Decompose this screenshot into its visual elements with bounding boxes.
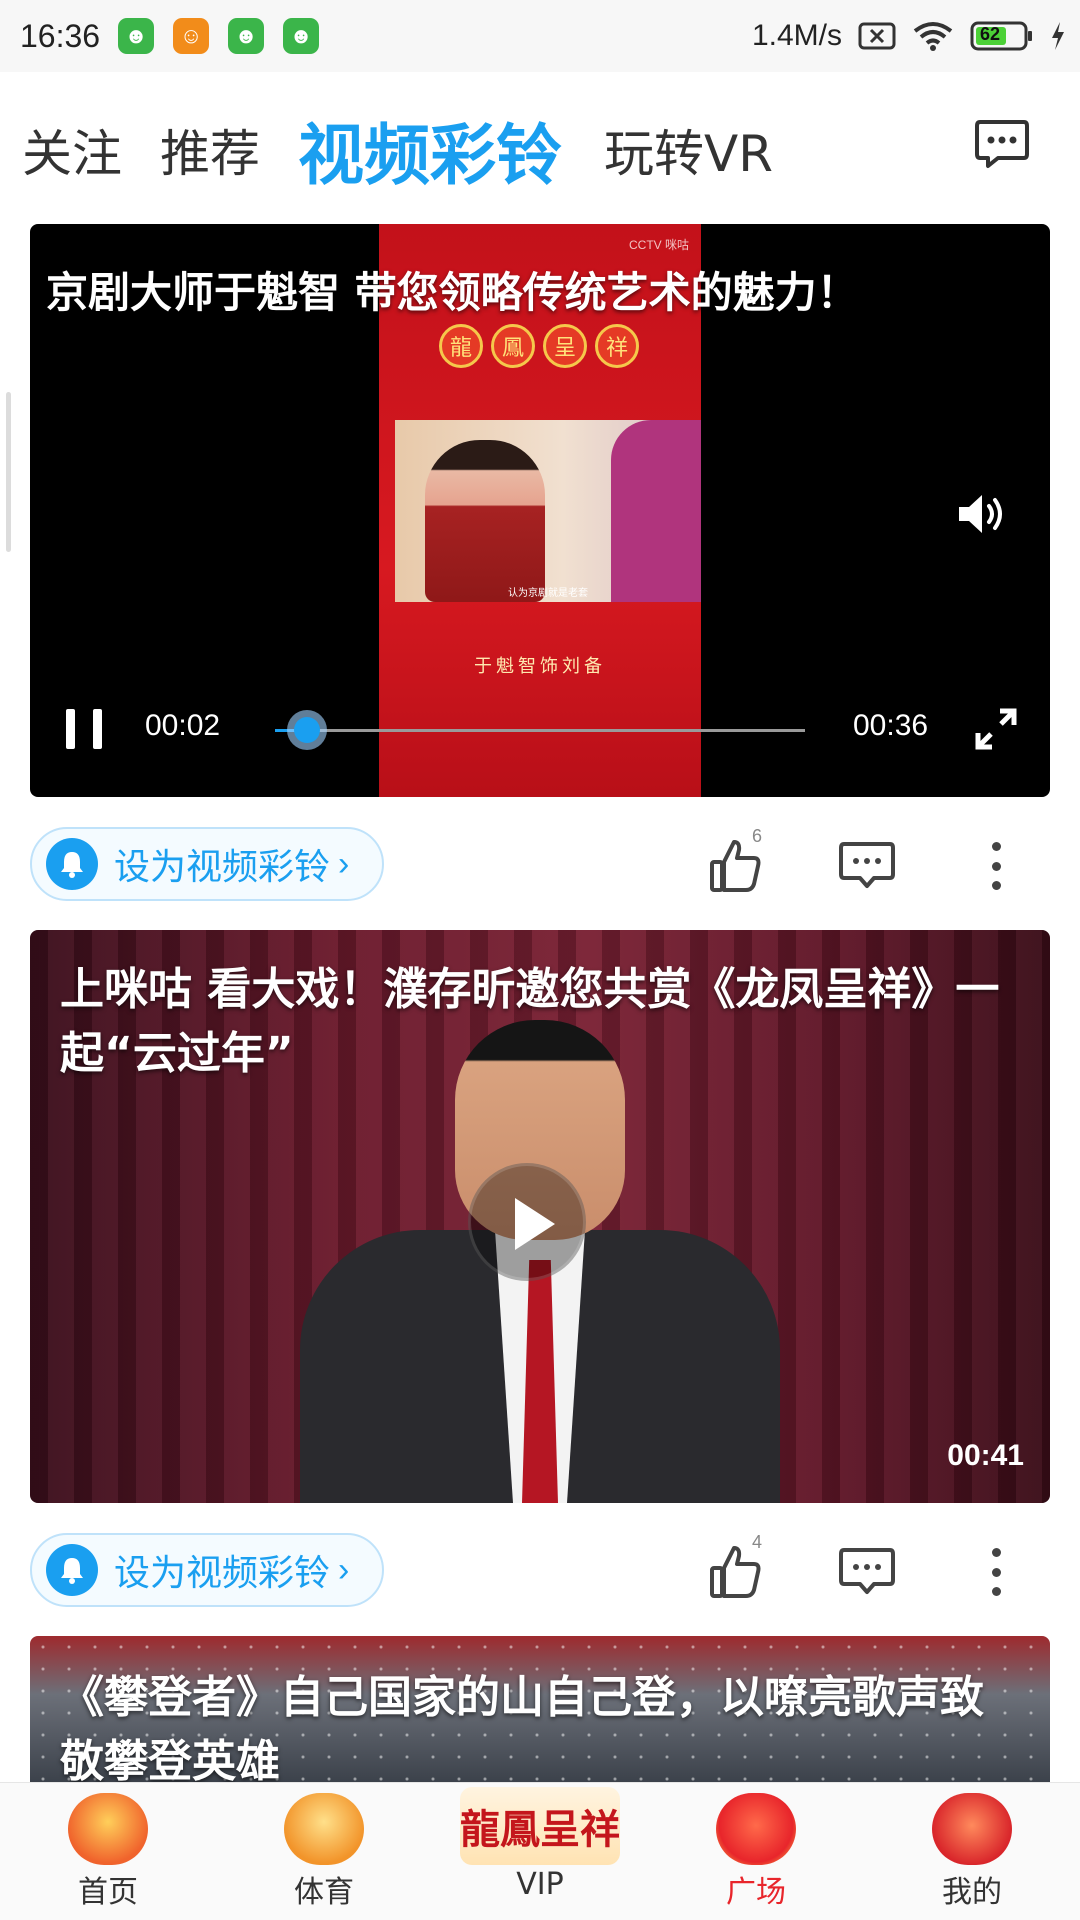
poster-badge-char: 龍 xyxy=(439,324,483,368)
nav-plaza-label: 广场 xyxy=(726,1875,786,1910)
person-arm xyxy=(611,420,701,602)
video-title-3: 《攀登者》自己国家的山自己登，以嘹亮歌声致敬攀登英雄 xyxy=(60,1672,984,1782)
nav-sports[interactable]: 体育 xyxy=(224,1783,424,1920)
progress-knob[interactable] xyxy=(286,710,327,750)
more-options-icon[interactable] xyxy=(990,842,1002,890)
current-time: 00:02 xyxy=(145,709,221,742)
wifi-icon xyxy=(912,20,954,52)
set-ringtone-label: 设为视频彩铃 xyxy=(114,847,331,888)
volume-icon[interactable] xyxy=(956,492,1008,536)
poster-channel-logo: CCTV 咪咕 xyxy=(628,238,689,252)
nav-vip-label: VIP xyxy=(516,1867,564,1902)
progress-track[interactable] xyxy=(275,729,805,732)
nav-profile[interactable]: 我的 xyxy=(872,1783,1072,1920)
bottom-navigation: 首页 体育 龍鳳呈祥 VIP 广场 我的 xyxy=(0,1782,1080,1920)
tab-video-ringtone[interactable]: 视频彩铃 xyxy=(298,102,562,198)
chevron-right-icon: › xyxy=(338,844,350,883)
opera-performer xyxy=(425,440,545,602)
tab-recommend[interactable]: 推荐 xyxy=(160,114,260,186)
bell-icon xyxy=(46,1544,98,1596)
video-player-1[interactable]: CCTV 咪咕 龍 鳳 呈 祥 认为京剧就是老套 于魁智饰刘备 京剧大师于魁智 … xyxy=(30,224,1050,797)
no-sim-icon xyxy=(858,21,896,51)
more-options-icon[interactable] xyxy=(990,1548,1002,1596)
comment-icon[interactable] xyxy=(838,1546,896,1598)
green-app-icon: ☻ xyxy=(283,18,320,54)
video-card-3[interactable]: 《攀登者》自己国家的山自己登，以嘹亮歌声致敬攀登英雄 xyxy=(30,1636,1050,1782)
like-count: 4 xyxy=(752,1532,763,1552)
plaza-firecracker-icon xyxy=(716,1793,796,1865)
video-actions-1: 设为视频彩铃 › 6 xyxy=(0,812,1080,918)
pause-button[interactable] xyxy=(64,709,104,749)
player-controls: 00:02 00:36 xyxy=(30,667,1050,797)
battery-level: 62 xyxy=(980,24,1001,44)
set-ringtone-label: 设为视频彩铃 xyxy=(114,1553,331,1594)
vip-logo-icon: 龍鳳呈祥 xyxy=(460,1787,620,1865)
play-button[interactable] xyxy=(468,1163,586,1281)
nav-vip[interactable]: 龍鳳呈祥 VIP xyxy=(440,1783,640,1920)
video-frame-opera-performer: 认为京剧就是老套 xyxy=(395,420,701,602)
green-app-icon: ☻ xyxy=(118,18,155,54)
sports-mascot-icon xyxy=(284,1793,364,1865)
nav-profile-label: 我的 xyxy=(942,1875,1002,1910)
poster-badge-char: 呈 xyxy=(543,324,587,368)
profile-mascot-icon xyxy=(932,1793,1012,1865)
set-video-ringtone-button[interactable]: 设为视频彩铃 › xyxy=(30,827,384,901)
chevron-right-icon: › xyxy=(338,1550,350,1589)
video-card-2[interactable]: 上咪咕 看大戏！濮存昕邀您共赏《龙凤呈祥》一起“云过年” 00:41 xyxy=(30,930,1050,1503)
bell-icon xyxy=(46,838,98,890)
total-time: 00:36 xyxy=(853,709,929,742)
nav-plaza[interactable]: 广场 xyxy=(656,1783,856,1920)
video-subtitle: 认为京剧就是老套 xyxy=(508,588,588,599)
fullscreen-icon[interactable] xyxy=(974,707,1018,751)
status-bar: 16:36 ☻ ☺ ☻ ☻ 1.4M/s 62 xyxy=(0,0,1080,72)
poster-badge-char: 祥 xyxy=(595,324,639,368)
video-title-2: 上咪咕 看大戏！濮存昕邀您共赏《龙凤呈祥》一起“云过年” xyxy=(60,964,1000,1079)
like-count: 6 xyxy=(752,826,763,846)
charging-icon xyxy=(1050,21,1066,51)
poster-badge-char: 鳳 xyxy=(491,324,535,368)
video-title-1: 京剧大师于魁智 带您领略传统艺术的魅力！ xyxy=(46,268,859,317)
scroll-indicator xyxy=(6,392,11,552)
network-speed: 1.4M/s xyxy=(751,19,842,52)
tab-follow[interactable]: 关注 xyxy=(22,114,122,186)
set-video-ringtone-button[interactable]: 设为视频彩铃 › xyxy=(30,1533,384,1607)
top-tab-bar: 关注 推荐 视频彩铃 玩转VR xyxy=(0,72,1080,222)
home-mascot-icon xyxy=(68,1793,148,1865)
nav-home[interactable]: 首页 xyxy=(8,1783,208,1920)
nav-sports-label: 体育 xyxy=(294,1875,354,1910)
green-app-icon: ☻ xyxy=(228,18,265,54)
poster-title-badge: 龍 鳳 呈 祥 xyxy=(439,324,639,372)
message-icon[interactable] xyxy=(974,118,1030,170)
tab-vr[interactable]: 玩转VR xyxy=(604,114,773,186)
video-duration: 00:41 xyxy=(947,1439,1024,1472)
orange-app-icon: ☺ xyxy=(173,18,210,54)
video-actions-2: 设为视频彩铃 › 4 xyxy=(0,1518,1080,1624)
status-time: 16:36 xyxy=(20,17,101,54)
battery-icon: 62 xyxy=(970,20,1034,52)
nav-home-label: 首页 xyxy=(78,1875,138,1910)
comment-icon[interactable] xyxy=(838,840,896,892)
